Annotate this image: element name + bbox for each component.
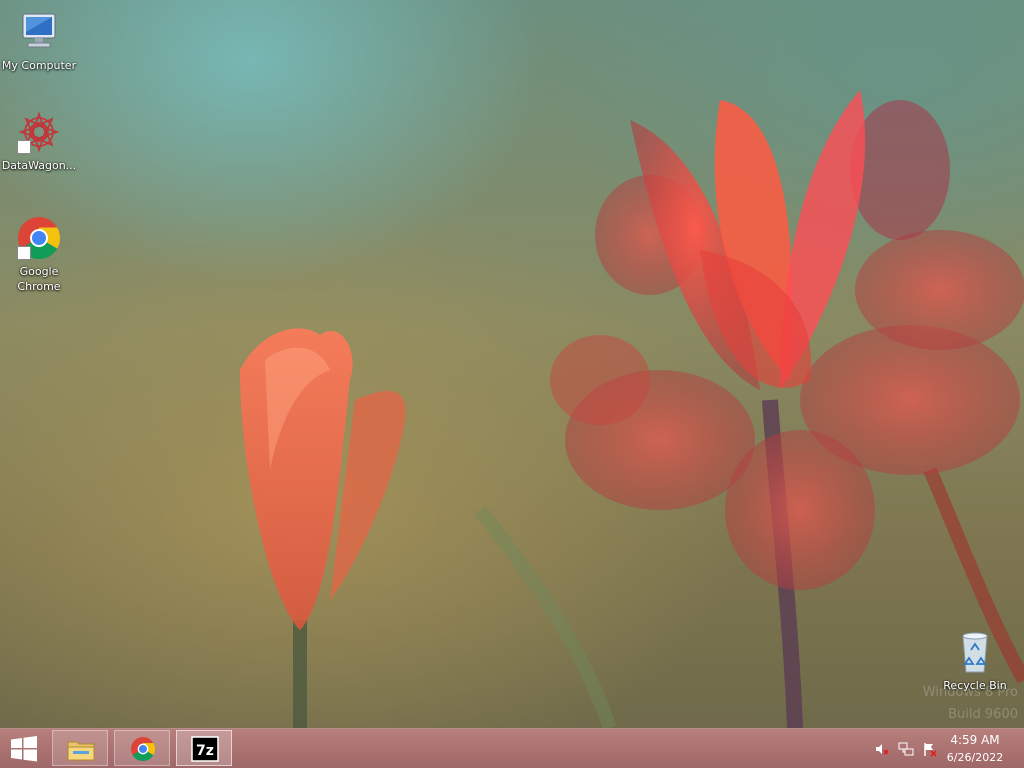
taskbar-clock[interactable]: 4:59 AM 6/26/2022 (940, 732, 1010, 766)
shortcut-arrow-icon (17, 140, 31, 154)
windows-edition-watermark: Windows 8 Pro Build 9600 (923, 682, 1018, 726)
taskbar-7zip-button[interactable]: 7z (176, 730, 232, 766)
taskbar: 7z 4:59 AM 6/26/2022 (0, 728, 1024, 768)
chrome-icon (15, 214, 63, 262)
chrome-icon (131, 737, 156, 762)
desktop-icon-my-computer[interactable]: My Computer (0, 8, 78, 73)
desktop-icon-label: DataWagon... (1, 159, 77, 172)
network-icon[interactable] (898, 741, 914, 757)
watermark-edition: Windows 8 Pro (922, 685, 1018, 700)
desktop-icon-label: My Computer (1, 59, 77, 72)
watermark-build: Build 9600 (948, 707, 1018, 722)
desktop-icon-datawagon[interactable]: DataWagon... (0, 108, 78, 173)
volume-muted-icon[interactable] (874, 741, 890, 757)
action-center-flag-icon[interactable] (922, 741, 938, 757)
clock-date: 6/26/2022 (946, 751, 1004, 764)
desktop-icon-google-chrome[interactable]: Google Chrome (0, 214, 78, 294)
desktop-icon-label: Google Chrome (17, 265, 61, 293)
clock-time: 4:59 AM (950, 733, 1000, 747)
taskbar-file-explorer-button[interactable] (52, 730, 108, 766)
windows-logo-icon (11, 736, 37, 762)
computer-icon (15, 8, 63, 56)
datawagon-icon (15, 108, 63, 156)
desktop[interactable]: My Computer DataWagon... Google Chrome R… (0, 0, 1024, 728)
shortcut-arrow-icon (17, 246, 31, 260)
7zip-icon: 7z (191, 736, 219, 762)
recycle-bin-icon (951, 628, 999, 676)
wallpaper-tulips (240, 90, 1024, 728)
svg-text:7z: 7z (196, 743, 214, 759)
start-button[interactable] (0, 729, 48, 769)
taskbar-chrome-button[interactable] (114, 730, 170, 766)
file-explorer-icon (67, 741, 95, 761)
